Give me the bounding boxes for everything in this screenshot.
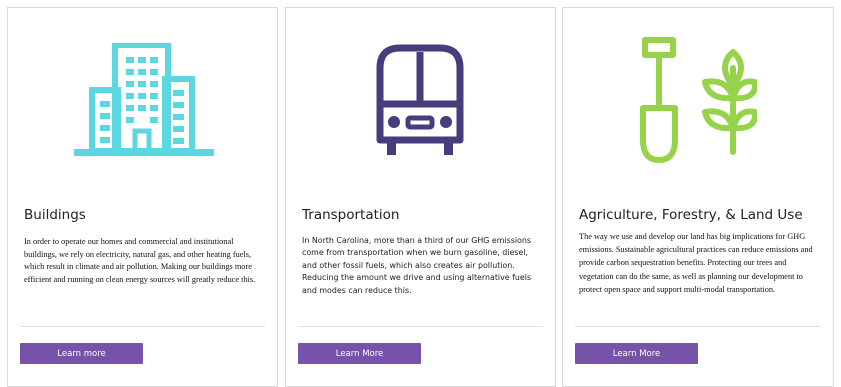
card-title: Transportation	[302, 207, 400, 223]
learn-more-button[interactable]: Learn More	[575, 343, 698, 364]
card-buildings: Buildings In order to operate our homes …	[7, 7, 278, 387]
card-description: In order to operate our homes and commer…	[24, 237, 256, 285]
learn-more-button[interactable]: Learn more	[20, 343, 143, 364]
card-title: Buildings	[24, 207, 86, 223]
buildings-icon	[74, 43, 214, 156]
card-transportation: Transportation In North Carolina, more t…	[285, 7, 556, 387]
shovel-plant-icon	[640, 37, 757, 163]
divider	[20, 326, 265, 327]
card-description: The way we use and develop our land has …	[579, 232, 813, 294]
card-agriculture: Agriculture, Forestry, & Land Use The wa…	[562, 7, 834, 387]
card-description: In North Carolina, more than a third of …	[302, 236, 532, 295]
card-title: Agriculture, Forestry, & Land Use	[579, 207, 803, 223]
divider	[298, 326, 543, 327]
learn-more-button[interactable]: Learn More	[298, 343, 421, 364]
bus-icon	[376, 44, 464, 155]
divider	[575, 326, 821, 327]
